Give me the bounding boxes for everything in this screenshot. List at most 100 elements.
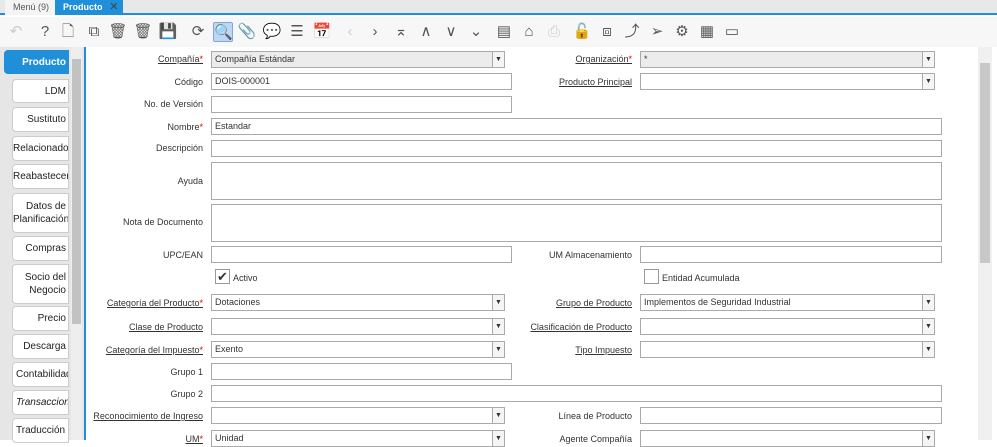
down-icon[interactable]: ∨	[441, 22, 461, 42]
undo-icon[interactable]: ↶	[6, 22, 26, 42]
classification-field[interactable]: ▼	[640, 318, 935, 335]
doc-note-textarea[interactable]	[211, 204, 942, 242]
upc-field[interactable]	[211, 246, 512, 263]
zoom-across-icon[interactable]: ⧈	[597, 22, 617, 42]
side-tab-reabastecer[interactable]: Reabastecer	[12, 164, 69, 189]
first-icon[interactable]: ⌅	[391, 22, 411, 42]
active-label: Activo	[233, 273, 258, 283]
chat-icon[interactable]: 💬	[262, 22, 282, 42]
uom-storage-field[interactable]	[640, 246, 942, 263]
version-field[interactable]	[211, 96, 512, 113]
product-info-icon[interactable]: ▦	[697, 22, 717, 42]
tax-category-label: Categoría del Impuesto*	[105, 345, 203, 355]
copy-icon[interactable]: ⧉	[84, 22, 104, 42]
tax-type-label: Tipo Impuesto	[575, 345, 632, 355]
side-tab-planificacion[interactable]: Datos de Planificación	[12, 193, 69, 233]
side-tab-contabilidad[interactable]: Contabilidad	[12, 362, 69, 387]
new-icon[interactable]: 🗋	[58, 22, 78, 42]
group1-field[interactable]	[211, 363, 512, 380]
report-icon[interactable]: ▤	[494, 22, 514, 42]
find-icon[interactable]: 🔍	[213, 22, 233, 42]
process-icon[interactable]: ⚙	[672, 22, 692, 42]
tax-category-field[interactable]: Exento ▼	[211, 341, 505, 358]
workflow-icon[interactable]: ⤴	[622, 22, 642, 42]
side-tab-transacciones[interactable]: Transacciones	[12, 390, 69, 415]
close-icon[interactable]: ✕	[109, 0, 118, 15]
previous-icon[interactable]: ‹	[340, 22, 360, 42]
side-tab-sustituto[interactable]: Sustituto	[12, 107, 69, 132]
side-tab-descarga[interactable]: Descarga	[12, 334, 69, 359]
chevron-down-icon[interactable]: ▼	[922, 342, 934, 357]
upc-label: UPC/EAN	[162, 250, 203, 260]
group1-label: Grupo 1	[170, 367, 203, 377]
side-tab-traduccion[interactable]: Traducción	[12, 418, 69, 443]
group2-field[interactable]	[211, 385, 942, 402]
name-field[interactable]: Estandar	[211, 118, 942, 135]
archive-icon[interactable]: ⌂	[519, 22, 539, 42]
side-tab-producto[interactable]: Producto	[4, 50, 69, 74]
sales-rep-field[interactable]: ▼	[640, 430, 935, 447]
calendar-icon[interactable]: 📅	[312, 22, 332, 42]
chevron-down-icon[interactable]: ▼	[492, 408, 504, 423]
class-field[interactable]: ▼	[211, 318, 505, 335]
org-label: Organización*	[575, 54, 632, 64]
description-field[interactable]	[211, 140, 942, 157]
delete-selection-icon[interactable]: 🗑	[133, 22, 153, 42]
side-tab-relacionado[interactable]: Relacionado	[12, 136, 69, 161]
side-scroll-thumb[interactable]	[72, 59, 81, 324]
main-product-field[interactable]: ▼	[640, 73, 935, 90]
uom-field[interactable]: Unidad ▼	[211, 430, 505, 447]
chevron-down-icon[interactable]: ▼	[492, 431, 504, 446]
grid-toggle-icon[interactable]: ☰	[287, 22, 307, 42]
attachment-icon[interactable]: 📎	[237, 22, 257, 42]
chevron-down-icon[interactable]: ▼	[492, 342, 504, 357]
uom-storage-label: UM Almacenamiento	[548, 250, 632, 260]
lock-icon[interactable]: 🔓	[572, 22, 592, 42]
category-field[interactable]: Dotaciones ▼	[211, 294, 505, 311]
chevron-down-icon[interactable]: ▼	[492, 295, 504, 310]
help-textarea[interactable]	[211, 162, 942, 200]
chevron-down-icon[interactable]: ▼	[922, 52, 934, 67]
company-label: Compañía*	[157, 54, 203, 64]
form-scroll-thumb[interactable]	[980, 63, 990, 263]
product-line-field[interactable]	[640, 407, 942, 424]
tax-type-field[interactable]: ▼	[640, 341, 935, 358]
next-icon[interactable]: ›	[365, 22, 385, 42]
accrued-checkbox[interactable]	[644, 269, 659, 284]
category-label: Categoría del Producto*	[106, 298, 203, 308]
up-icon[interactable]: ∧	[416, 22, 436, 42]
form-scrollbar[interactable]	[978, 47, 992, 440]
code-field[interactable]: DOIS-000001	[211, 73, 512, 90]
chevron-down-icon[interactable]: ▼	[922, 431, 934, 446]
form-icon[interactable]: ▭	[722, 22, 742, 42]
side-scrollbar[interactable]	[71, 47, 82, 440]
save-icon[interactable]: 💾	[158, 22, 178, 42]
side-tab-compras[interactable]: Compras	[12, 236, 69, 261]
sales-rep-label: Agente Compañía	[559, 434, 632, 444]
org-field[interactable]: * ▼	[640, 51, 935, 68]
name-label: Nombre*	[167, 122, 203, 132]
print-icon[interactable]: ⎙	[544, 22, 564, 42]
group-label: Grupo de Producto	[555, 298, 632, 308]
group-field[interactable]: Implementos de Seguridad Industrial ▼	[640, 294, 935, 311]
side-tab-ldm[interactable]: LDM	[12, 79, 69, 103]
send-icon[interactable]: ➢	[647, 22, 667, 42]
tab-menu[interactable]: Menú (9)	[5, 0, 58, 15]
help-icon[interactable]: ?	[35, 22, 55, 42]
company-field[interactable]: Compañía Estándar ▼	[211, 51, 505, 68]
revenue-field[interactable]: ▼	[211, 407, 505, 424]
active-checkbox[interactable]: ✔	[215, 269, 230, 284]
version-label: No. de Versión	[143, 99, 203, 109]
last-icon[interactable]: ⌄	[466, 22, 486, 42]
chevron-down-icon[interactable]: ▼	[922, 74, 934, 89]
chevron-down-icon[interactable]: ▼	[492, 319, 504, 334]
refresh-icon[interactable]: ⟳	[188, 22, 208, 42]
chevron-down-icon[interactable]: ▼	[922, 295, 934, 310]
side-tab-socio[interactable]: Socio del Negocio	[12, 264, 69, 304]
tab-producto[interactable]: Producto ✕	[55, 0, 123, 15]
side-tab-precio[interactable]: Precio	[12, 306, 69, 331]
delete-icon[interactable]: 🗑	[108, 22, 128, 42]
accrued-label: Entidad Acumulada	[662, 273, 740, 283]
chevron-down-icon[interactable]: ▼	[922, 319, 934, 334]
chevron-down-icon[interactable]: ▼	[492, 52, 504, 67]
